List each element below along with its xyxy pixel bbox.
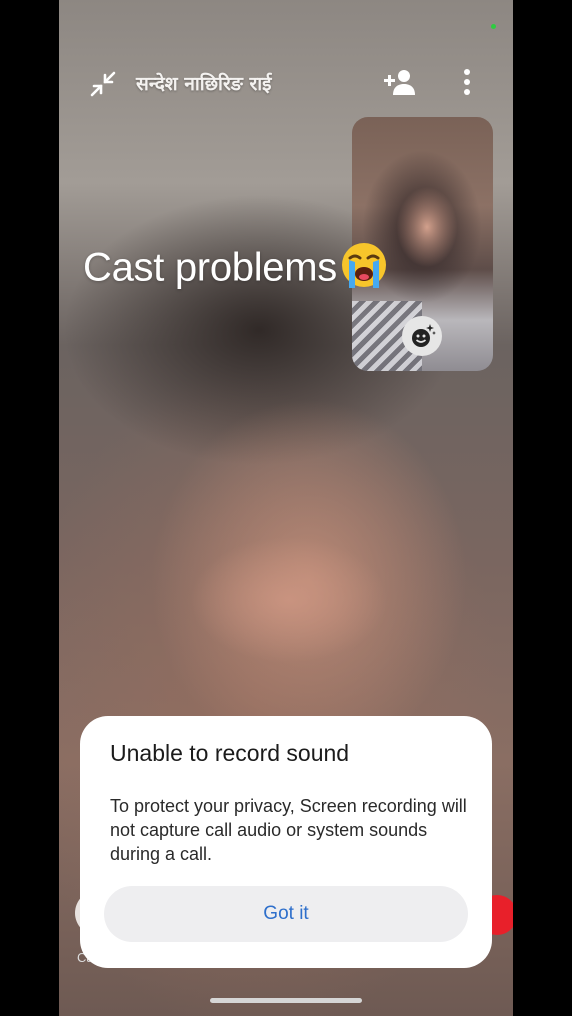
home-gesture-bar[interactable] — [210, 998, 362, 1003]
more-vert-icon[interactable] — [457, 66, 477, 98]
dialog-body: To protect your privacy, Screen recordin… — [110, 796, 467, 864]
unable-to-record-sound-dialog: Unable to record sound To protect your p… — [80, 716, 492, 968]
contact-name: सन्देश नाछिरिङ राई — [136, 73, 272, 95]
caption-text: Cast problems — [83, 245, 337, 290]
minimize-arrows-icon[interactable] — [87, 68, 119, 100]
dialog-title: Unable to record sound — [110, 740, 350, 766]
face-sparkle-icon[interactable] — [402, 316, 442, 356]
got-it-button[interactable]: Got it — [104, 886, 468, 942]
loudly-crying-face-icon — [339, 240, 389, 300]
video-call-screen: सन्देश नाछिरिङ राई Cast problems Unable … — [59, 0, 513, 1016]
caption-text-overlay: Cast problems — [83, 240, 389, 300]
add-person-icon[interactable] — [381, 66, 417, 98]
recording-indicator-dot — [491, 24, 496, 29]
